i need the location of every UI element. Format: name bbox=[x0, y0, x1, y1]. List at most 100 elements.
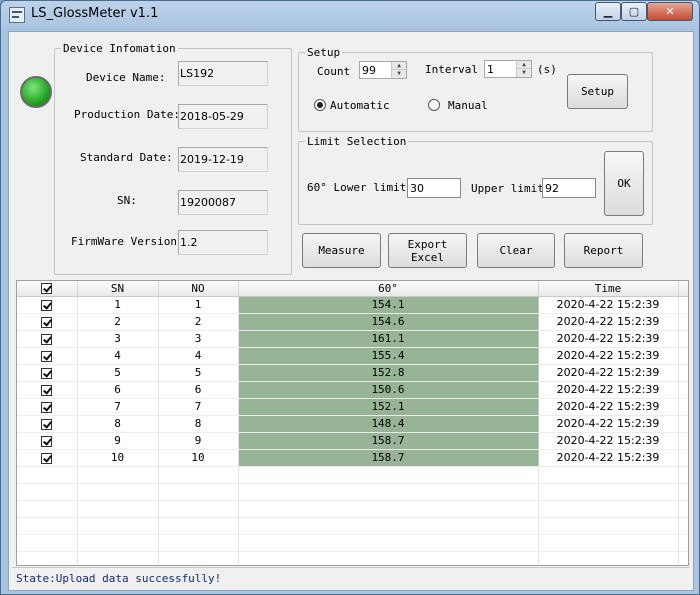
filler-cell[interactable] bbox=[678, 313, 688, 331]
select-all-checkbox[interactable] bbox=[41, 283, 53, 295]
sn-cell[interactable]: 1 bbox=[77, 296, 159, 314]
filler-cell[interactable] bbox=[678, 449, 688, 467]
row-checkbox[interactable] bbox=[41, 350, 53, 362]
measure-button[interactable]: Measure bbox=[302, 233, 381, 268]
sn-cell[interactable]: 6 bbox=[77, 381, 159, 399]
gloss-60-cell[interactable]: 154.6 bbox=[238, 313, 539, 331]
minimize-button[interactable]: ▁ bbox=[595, 2, 621, 21]
no-cell[interactable]: 4 bbox=[158, 347, 239, 365]
table-row[interactable]: 8 8 148.4 2020-4-22 15:2:39 bbox=[17, 415, 688, 433]
row-select-cell[interactable] bbox=[17, 449, 78, 467]
column-header-no[interactable]: NO bbox=[158, 281, 239, 297]
no-cell[interactable]: 2 bbox=[158, 313, 239, 331]
column-header-sn[interactable]: SN bbox=[77, 281, 159, 297]
count-spinner[interactable]: 99 ▲ ▼ bbox=[359, 61, 407, 79]
filler-cell[interactable] bbox=[678, 296, 688, 314]
filler-cell[interactable] bbox=[678, 330, 688, 348]
interval-value[interactable]: 1 bbox=[487, 63, 494, 76]
count-value[interactable]: 99 bbox=[362, 64, 376, 77]
no-cell[interactable]: 5 bbox=[158, 364, 239, 382]
time-cell[interactable]: 2020-4-22 15:2:39 bbox=[538, 381, 679, 399]
table-row[interactable]: 10 10 158.7 2020-4-22 15:2:39 bbox=[17, 449, 688, 467]
interval-up-arrow-icon[interactable]: ▲ bbox=[516, 61, 531, 69]
row-select-cell[interactable] bbox=[17, 415, 78, 433]
filler-cell[interactable] bbox=[678, 415, 688, 433]
row-select-cell[interactable] bbox=[17, 432, 78, 450]
row-checkbox[interactable] bbox=[41, 299, 53, 311]
time-cell[interactable]: 2020-4-22 15:2:39 bbox=[538, 364, 679, 382]
time-cell[interactable]: 2020-4-22 15:2:39 bbox=[538, 296, 679, 314]
time-cell[interactable]: 2020-4-22 15:2:39 bbox=[538, 415, 679, 433]
sn-cell[interactable]: 3 bbox=[77, 330, 159, 348]
row-checkbox[interactable] bbox=[41, 418, 53, 430]
interval-spinner[interactable]: 1 ▲ ▼ bbox=[484, 60, 532, 78]
filler-cell[interactable] bbox=[678, 381, 688, 399]
gloss-60-cell[interactable]: 152.8 bbox=[238, 364, 539, 382]
gloss-60-cell[interactable]: 148.4 bbox=[238, 415, 539, 433]
time-cell[interactable]: 2020-4-22 15:2:39 bbox=[538, 449, 679, 467]
row-select-cell[interactable] bbox=[17, 347, 78, 365]
column-header-gloss-60[interactable]: 60° bbox=[238, 281, 539, 297]
gloss-60-cell[interactable]: 161.1 bbox=[238, 330, 539, 348]
gloss-60-cell[interactable]: 154.1 bbox=[238, 296, 539, 314]
table-row[interactable]: 6 6 150.6 2020-4-22 15:2:39 bbox=[17, 381, 688, 399]
select-all-header[interactable] bbox=[17, 281, 78, 297]
no-cell[interactable]: 8 bbox=[158, 415, 239, 433]
no-cell[interactable]: 3 bbox=[158, 330, 239, 348]
table-row[interactable]: 5 5 152.8 2020-4-22 15:2:39 bbox=[17, 364, 688, 382]
gloss-60-cell[interactable]: 158.7 bbox=[238, 449, 539, 467]
close-button[interactable]: ✕ bbox=[647, 2, 693, 21]
table-row[interactable]: 1 1 154.1 2020-4-22 15:2:39 bbox=[17, 296, 688, 314]
time-cell[interactable]: 2020-4-22 15:2:39 bbox=[538, 330, 679, 348]
count-down-arrow-icon[interactable]: ▼ bbox=[391, 70, 406, 78]
time-cell[interactable]: 2020-4-22 15:2:39 bbox=[538, 313, 679, 331]
row-checkbox[interactable] bbox=[41, 435, 53, 447]
table-row[interactable]: 7 7 152.1 2020-4-22 15:2:39 bbox=[17, 398, 688, 416]
title-bar[interactable]: LS_GlossMeter v1.1 ▁ ▢ ✕ bbox=[1, 1, 699, 31]
manual-radio[interactable] bbox=[428, 99, 440, 111]
time-cell[interactable]: 2020-4-22 15:2:39 bbox=[538, 432, 679, 450]
no-cell[interactable]: 6 bbox=[158, 381, 239, 399]
table-row[interactable]: 2 2 154.6 2020-4-22 15:2:39 bbox=[17, 313, 688, 331]
no-cell[interactable]: 1 bbox=[158, 296, 239, 314]
time-cell[interactable]: 2020-4-22 15:2:39 bbox=[538, 347, 679, 365]
table-row[interactable]: 9 9 158.7 2020-4-22 15:2:39 bbox=[17, 432, 688, 450]
column-header-time[interactable]: Time bbox=[538, 281, 679, 297]
upper-limit-input[interactable]: 92 bbox=[542, 178, 596, 198]
row-checkbox[interactable] bbox=[41, 333, 53, 345]
automatic-radio[interactable] bbox=[314, 99, 326, 111]
row-select-cell[interactable] bbox=[17, 330, 78, 348]
row-select-cell[interactable] bbox=[17, 381, 78, 399]
no-cell[interactable]: 9 bbox=[158, 432, 239, 450]
interval-down-arrow-icon[interactable]: ▼ bbox=[516, 69, 531, 77]
row-checkbox[interactable] bbox=[41, 452, 53, 464]
row-checkbox[interactable] bbox=[41, 316, 53, 328]
row-checkbox[interactable] bbox=[41, 367, 53, 379]
gloss-60-cell[interactable]: 158.7 bbox=[238, 432, 539, 450]
sn-cell[interactable]: 7 bbox=[77, 398, 159, 416]
lower-limit-input[interactable]: 30 bbox=[407, 178, 461, 198]
no-cell[interactable]: 10 bbox=[158, 449, 239, 467]
sn-cell[interactable]: 8 bbox=[77, 415, 159, 433]
manual-label[interactable]: Manual bbox=[448, 99, 488, 112]
export-excel-button[interactable]: Export Excel bbox=[388, 233, 467, 268]
time-cell[interactable]: 2020-4-22 15:2:39 bbox=[538, 398, 679, 416]
setup-button[interactable]: Setup bbox=[567, 74, 628, 109]
report-button[interactable]: Report bbox=[564, 233, 643, 268]
count-up-arrow-icon[interactable]: ▲ bbox=[391, 62, 406, 70]
gloss-60-cell[interactable]: 155.4 bbox=[238, 347, 539, 365]
row-checkbox[interactable] bbox=[41, 401, 53, 413]
sn-cell[interactable]: 9 bbox=[77, 432, 159, 450]
gloss-60-cell[interactable]: 152.1 bbox=[238, 398, 539, 416]
no-cell[interactable]: 7 bbox=[158, 398, 239, 416]
ok-button[interactable]: OK bbox=[604, 151, 644, 216]
table-row[interactable]: 4 4 155.4 2020-4-22 15:2:39 bbox=[17, 347, 688, 365]
filler-cell[interactable] bbox=[678, 398, 688, 416]
automatic-label[interactable]: Automatic bbox=[330, 99, 390, 112]
row-select-cell[interactable] bbox=[17, 364, 78, 382]
filler-cell[interactable] bbox=[678, 364, 688, 382]
filler-cell[interactable] bbox=[678, 347, 688, 365]
maximize-button[interactable]: ▢ bbox=[621, 2, 647, 21]
sn-cell[interactable]: 5 bbox=[77, 364, 159, 382]
sn-cell[interactable]: 2 bbox=[77, 313, 159, 331]
